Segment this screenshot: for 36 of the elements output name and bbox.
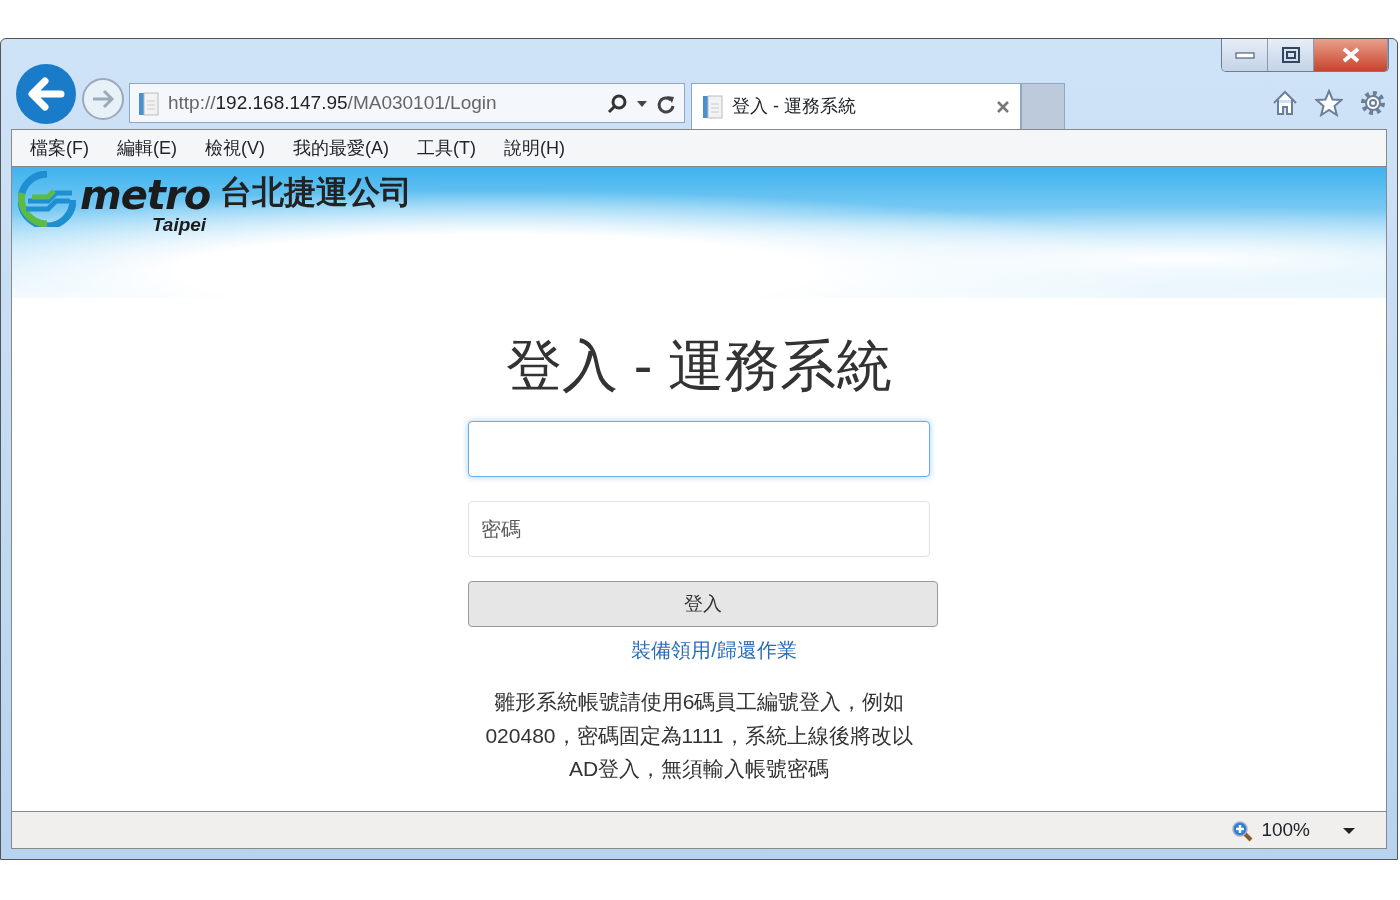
menu-item[interactable]: 檔案(F)	[30, 134, 89, 162]
url-text: http://192.168.147.95/MA030101/Login	[168, 91, 497, 113]
address-field[interactable]: http://192.168.147.95/MA030101/Login	[129, 83, 685, 123]
browser-tab[interactable]: 登入 - 運務系統	[691, 83, 1021, 129]
page-title: 登入 - 運務系統	[506, 333, 892, 399]
dropdown-icon[interactable]	[1342, 826, 1356, 835]
menu-item[interactable]: 我的最愛(A)	[293, 134, 389, 162]
back-button[interactable]	[15, 63, 77, 125]
company-name: 台北捷運公司	[220, 175, 413, 211]
settings-icon[interactable]	[1359, 89, 1387, 117]
password-field[interactable]: 密碼	[468, 501, 930, 558]
logo-icon	[18, 171, 76, 227]
equipment-link[interactable]: 裝備領用/歸還作業	[631, 635, 797, 666]
login-button[interactable]: 登入	[468, 581, 938, 628]
search-icon[interactable]	[606, 92, 628, 115]
page-icon	[702, 94, 724, 121]
maximize-icon	[1281, 47, 1300, 63]
dropdown-icon[interactable]	[636, 99, 648, 108]
logo-text: metro	[80, 175, 211, 215]
zoom-icon[interactable]	[1231, 819, 1254, 842]
logo-subtext: Taipei	[151, 215, 207, 234]
minimize-icon	[1234, 50, 1255, 60]
menu-item[interactable]: 工具(T)	[417, 134, 476, 162]
close-icon[interactable]	[996, 100, 1010, 115]
instruction-text: 雛形系統帳號請使用6碼員工編號登入，例如 020480，密碼固定為1111，系統上線後將改以 AD登入，無須輸入帳號密碼	[485, 689, 913, 783]
page-icon	[138, 90, 160, 117]
zoom-level[interactable]: 100%	[1261, 815, 1310, 845]
star-icon[interactable]	[1315, 89, 1343, 117]
menu-item[interactable]: 說明(H)	[503, 134, 565, 162]
close-button[interactable]	[1314, 39, 1388, 71]
username-field[interactable]	[468, 421, 930, 478]
home-icon[interactable]	[1271, 89, 1299, 117]
maximize-button[interactable]	[1268, 39, 1314, 71]
menu-item[interactable]: 檢視(V)	[205, 134, 265, 162]
close-icon	[1341, 47, 1360, 63]
menu-item[interactable]: 編輯(E)	[117, 134, 177, 162]
